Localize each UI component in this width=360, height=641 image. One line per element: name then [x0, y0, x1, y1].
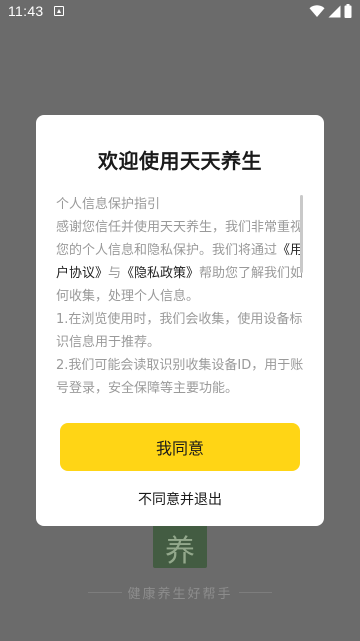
policy-text-scroll[interactable]: 个人信息保护指引 感谢您信任并使用天天养生，我们非常重视您的个人信息和隐私保护。…: [56, 193, 306, 408]
privacy-policy-link[interactable]: 《隐私政策》: [121, 266, 199, 281]
wifi-icon: [309, 4, 325, 17]
decline-exit-button[interactable]: 不同意并退出: [36, 489, 324, 509]
divider: [88, 591, 122, 593]
app-notification-icon: [54, 6, 64, 16]
app-logo: 养: [153, 520, 207, 569]
app-slogan: 健康养生好帮手: [127, 586, 233, 602]
policy-point: 2.我们可能会读取识别收集设备ID，用于账号登录，安全保障等主要功能。: [56, 358, 304, 396]
privacy-dialog: 欢迎使用天天养生 个人信息保护指引 感谢您信任并使用天天养生，我们非常重视您的个…: [36, 115, 324, 526]
policy-point: 1.在浏览使用时，我们会收集，使用设备标识信息用于推荐。: [56, 312, 303, 350]
policy-heading: 个人信息保护指引: [56, 197, 161, 212]
slogan-row: 健康养生好帮手: [88, 582, 273, 602]
policy-intro-text: 感谢您信任并使用天天养生，我们非常重视您的个人信息和隐私保护。我们将通过: [56, 220, 304, 258]
battery-icon: [344, 4, 352, 18]
policy-and-text: 与: [108, 266, 122, 281]
policy-intro: 感谢您信任并使用天天养生，我们非常重视您的个人信息和隐私保护。我们将通过《用户协…: [56, 216, 306, 308]
signal-icon: [328, 5, 341, 17]
dialog-title: 欢迎使用天天养生: [98, 149, 262, 173]
divider: [238, 591, 273, 593]
scrollbar[interactable]: [300, 195, 303, 273]
logo-char: 养: [165, 534, 195, 569]
status-time: 11:43: [8, 3, 44, 19]
agree-button[interactable]: 我同意: [60, 423, 300, 471]
status-icons: [309, 4, 352, 18]
status-bar: 11:43: [0, 0, 360, 24]
